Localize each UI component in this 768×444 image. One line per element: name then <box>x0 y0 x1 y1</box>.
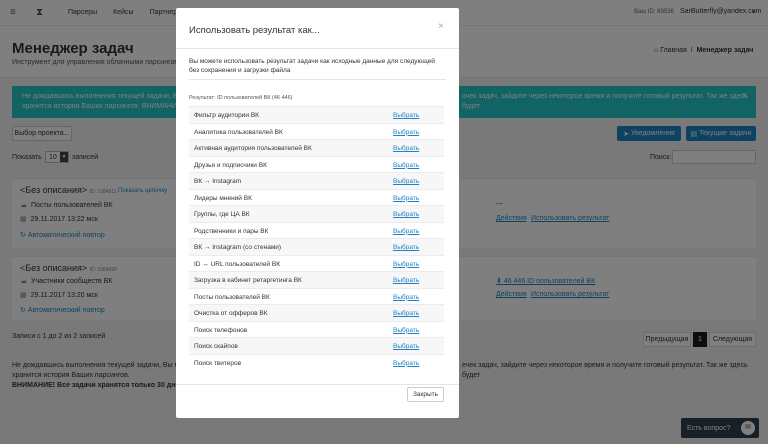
select-option-link[interactable]: Выбрать <box>393 244 419 251</box>
select-option-link[interactable]: Выбрать <box>393 360 419 367</box>
option-row: Родственники и пары ВК Выбрать <box>189 221 444 239</box>
select-option-link[interactable]: Выбрать <box>393 145 419 152</box>
close-button[interactable]: Закрыть <box>407 387 444 402</box>
option-list: Фильтр аудитории ВК Выбрать Аналитика поль… <box>189 106 444 370</box>
option-row: Лидеры мнений ВК Выбрать <box>189 188 444 206</box>
option-name: Очистка от офферов ВК <box>194 310 268 317</box>
option-row: Посты пользователей ВК Выбрать <box>189 287 444 305</box>
option-name: Загрузка в кабинет ретаргетинга ВК <box>194 277 302 284</box>
select-option-link[interactable]: Выбрать <box>393 327 419 334</box>
option-name: Активная аудитория пользователей ВК <box>194 145 312 152</box>
option-name: Поиск скайпов <box>194 343 238 350</box>
option-name: Группы, где ЦА ВК <box>194 211 250 218</box>
select-option-link[interactable]: Выбрать <box>393 343 419 350</box>
modal-description: Вы можете использовать результат задачи … <box>189 58 435 74</box>
select-option-link[interactable]: Выбрать <box>393 261 419 268</box>
option-name: Фильтр аудитории ВК <box>194 112 259 119</box>
option-row: Поиск телефонов Выбрать <box>189 320 444 338</box>
select-option-link[interactable]: Выбрать <box>393 228 419 235</box>
option-name: Поиск телефонов <box>194 326 248 334</box>
option-row: Фильтр аудитории ВК Выбрать <box>189 106 444 123</box>
option-row: Загрузка в кабинет ретаргетинга ВК Выбрат… <box>189 271 444 288</box>
select-option-link[interactable]: Выбрать <box>393 277 419 284</box>
option-row: ВК → Instagram (со стенами) Выбрать <box>189 238 444 255</box>
select-option-link[interactable]: Выбрать <box>393 112 419 119</box>
option-name: Родственники и пары ВК <box>194 227 269 235</box>
option-row: Аналитика пользователей ВК Выбрать <box>189 122 444 140</box>
option-row: Активная аудитория пользователей ВК Выбра… <box>189 139 444 156</box>
option-name: ВК → Instagram (со стенами) <box>194 244 282 251</box>
select-option-link[interactable]: Выбрать <box>393 162 419 169</box>
option-name: Поиск твитеров <box>194 359 242 367</box>
option-row: Друзья и подписчики ВК Выбрать <box>189 155 444 173</box>
use-result-modal: Использовать результат как... × Вы может… <box>176 8 459 418</box>
select-option-link[interactable]: Выбрать <box>393 129 419 136</box>
select-option-link[interactable]: Выбрать <box>393 310 419 317</box>
option-name: Друзья и подписчики ВК <box>194 161 267 169</box>
select-option-link[interactable]: Выбрать <box>393 211 419 218</box>
modal-title: Использовать результат как... <box>189 25 320 36</box>
option-name: Посты пользователей ВК <box>194 293 270 301</box>
option-name: ВК → Instagram <box>194 178 242 185</box>
divider <box>176 48 459 49</box>
select-option-link[interactable]: Выбрать <box>393 178 419 185</box>
option-row: ВК → Instagram Выбрать <box>189 172 444 189</box>
close-icon[interactable]: × <box>438 21 444 32</box>
select-option-link[interactable]: Выбрать <box>393 294 419 301</box>
divider <box>189 79 446 80</box>
modal-result-label: Результат: ID пользователей ВК (46 446) <box>189 95 293 101</box>
option-name: ID ↔ URL пользователей ВК <box>194 260 280 268</box>
option-row: Поиск твитеров Выбрать <box>189 353 444 371</box>
option-name: Лидеры мнений ВК <box>194 194 252 202</box>
option-name: Аналитика пользователей ВК <box>194 128 283 136</box>
option-row: Очистка от офферов ВК Выбрать <box>189 304 444 321</box>
option-row: ID ↔ URL пользователей ВК Выбрать <box>189 254 444 272</box>
option-row: Группы, где ЦА ВК Выбрать <box>189 205 444 222</box>
divider <box>176 384 459 385</box>
option-row: Поиск скайпов Выбрать <box>189 337 444 354</box>
select-option-link[interactable]: Выбрать <box>393 195 419 202</box>
